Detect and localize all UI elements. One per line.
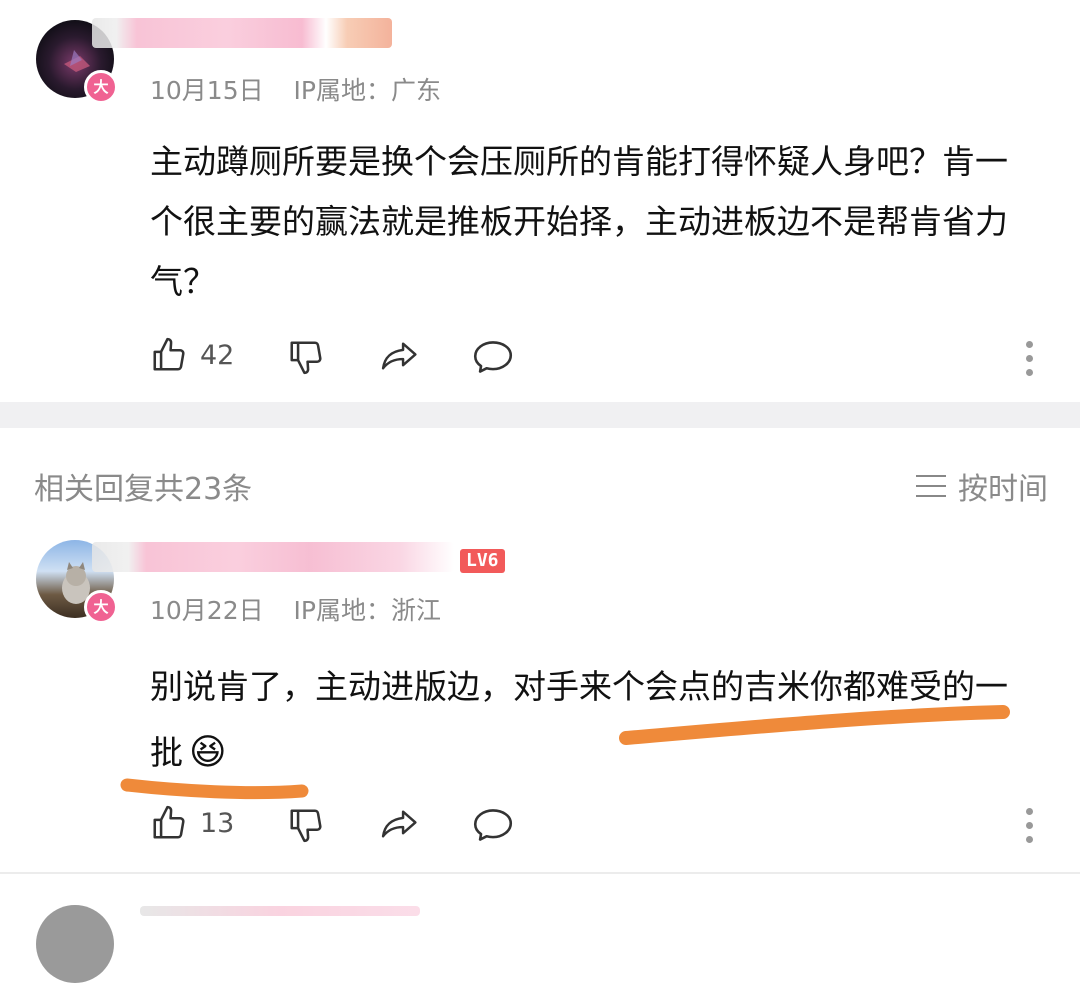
thumb-up-icon: [153, 805, 185, 839]
dislike-button[interactable]: [287, 806, 325, 844]
user-badge: 大: [84, 590, 118, 624]
more-icon[interactable]: [1026, 341, 1034, 383]
reply-button[interactable]: [472, 338, 514, 376]
more-icon[interactable]: [1026, 808, 1034, 850]
like-count: 13: [200, 807, 235, 839]
sort-icon: [916, 475, 946, 497]
reply-divider: [0, 872, 1080, 874]
share-icon: [381, 342, 417, 370]
reply-button[interactable]: [472, 806, 514, 844]
ip-location: 浙江: [390, 596, 441, 625]
reply-meta: 10月22日 IP属地：浙江: [150, 591, 441, 627]
level-badge: LV6: [460, 549, 505, 573]
reply-text: 别说肯了，主动进版边，对手来个会点的吉米你都难受的一批 😆: [150, 654, 1030, 786]
like-button[interactable]: 42: [150, 336, 234, 374]
comment-meta: 10月15日 IP属地：广东: [150, 71, 441, 107]
like-count: 42: [200, 339, 235, 371]
username[interactable]: [92, 542, 454, 572]
share-icon: [381, 810, 417, 838]
comment-icon: [473, 341, 513, 373]
reply-text-content: 别说肯了，主动进版边，对手来个会点的吉米你都难受的一批: [150, 667, 1008, 772]
share-button[interactable]: [380, 806, 420, 842]
comment-date: 10月15日: [150, 76, 264, 105]
user-badge: 大: [84, 70, 118, 104]
ip-location: 广东: [390, 76, 441, 105]
thumb-down-icon: [290, 341, 322, 375]
comment-text: 主动蹲厕所要是换个会压厕所的肯能打得怀疑人身吧？肯一个很主要的赢法就是推板开始择…: [150, 142, 1008, 301]
sort-button[interactable]: 按时间: [914, 464, 1048, 508]
replies-count-title: 相关回复共23条: [34, 472, 253, 507]
laughing-emoji: 😆: [189, 732, 227, 773]
section-divider: [0, 402, 1080, 428]
like-button[interactable]: 13: [150, 804, 234, 842]
comment-icon: [473, 809, 513, 841]
ip-label: IP属地：: [293, 596, 391, 625]
ip-label: IP属地：: [293, 76, 391, 105]
share-button[interactable]: [380, 338, 420, 374]
username[interactable]: [92, 18, 392, 48]
username[interactable]: [140, 906, 420, 916]
thumb-down-icon: [290, 809, 322, 843]
reply-date: 10月22日: [150, 596, 264, 625]
thumb-up-icon: [153, 337, 185, 371]
dislike-button[interactable]: [287, 338, 325, 376]
avatar[interactable]: [36, 905, 114, 983]
sort-label: 按时间: [958, 472, 1048, 507]
